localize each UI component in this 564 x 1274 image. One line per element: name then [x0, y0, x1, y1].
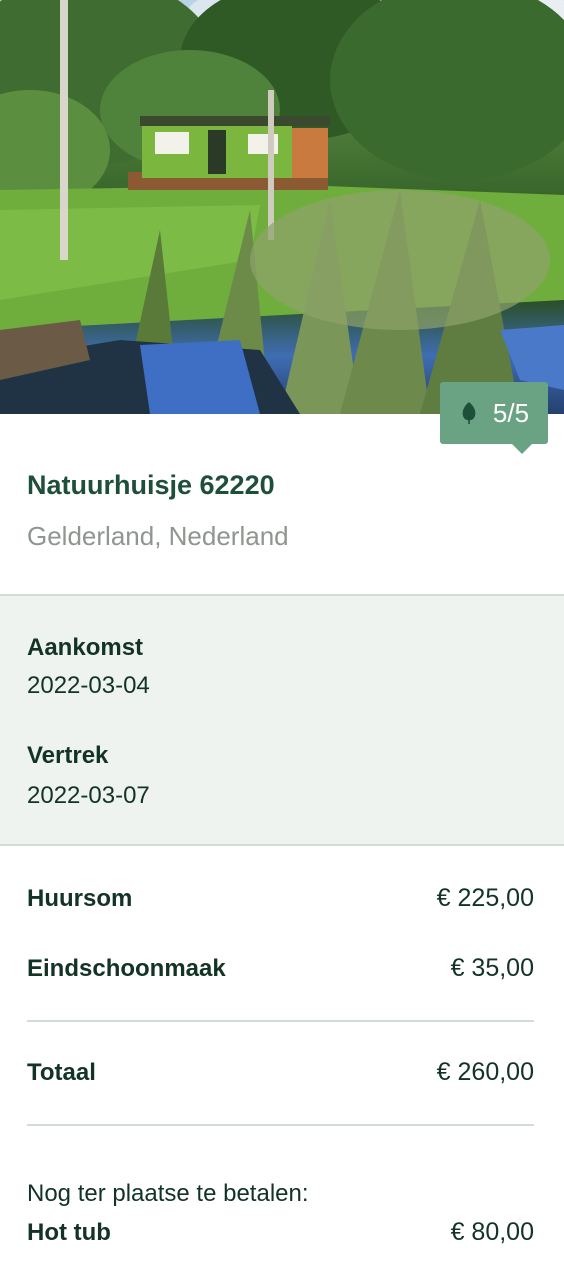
departure-date: 2022-03-07	[27, 782, 150, 809]
arrival-label: Aankomst	[27, 634, 144, 661]
booking-summary: 5/5 Natuurhuisje 62220 Gelderland, Neder…	[0, 0, 564, 1274]
cost-label: Eindschoonmaak	[27, 954, 226, 982]
onsite-payment-note: Nog ter plaatse te betalen:	[27, 1180, 309, 1207]
cost-amount: € 225,00	[436, 884, 534, 912]
listing-photo	[0, 0, 564, 414]
departure-label: Vertrek	[27, 742, 109, 769]
stay-dates: Aankomst 2022-03-04 Vertrek 2022-03-07	[0, 594, 564, 846]
divider	[27, 1020, 534, 1022]
onsite-amount: € 80,00	[450, 1218, 534, 1246]
cost-row-cleaning: Eindschoonmaak € 35,00	[27, 954, 534, 983]
divider	[27, 1124, 534, 1126]
listing-header	[0, 414, 564, 594]
total-row: Totaal € 260,00	[27, 1058, 534, 1087]
onsite-row-hot-tub: Hot tub € 80,00	[27, 1218, 534, 1247]
onsite-label: Hot tub	[27, 1218, 111, 1246]
listing-title[interactable]: Natuurhuisje 62220	[27, 470, 275, 501]
arrival-date: 2022-03-04	[27, 672, 150, 699]
total-label: Totaal	[27, 1058, 96, 1086]
cost-amount: € 35,00	[450, 954, 534, 982]
cost-row-rent: Huursom € 225,00	[27, 884, 534, 913]
listing-location: Gelderland, Nederland	[27, 521, 289, 551]
cost-label: Huursom	[27, 884, 133, 912]
total-amount: € 260,00	[436, 1058, 534, 1086]
